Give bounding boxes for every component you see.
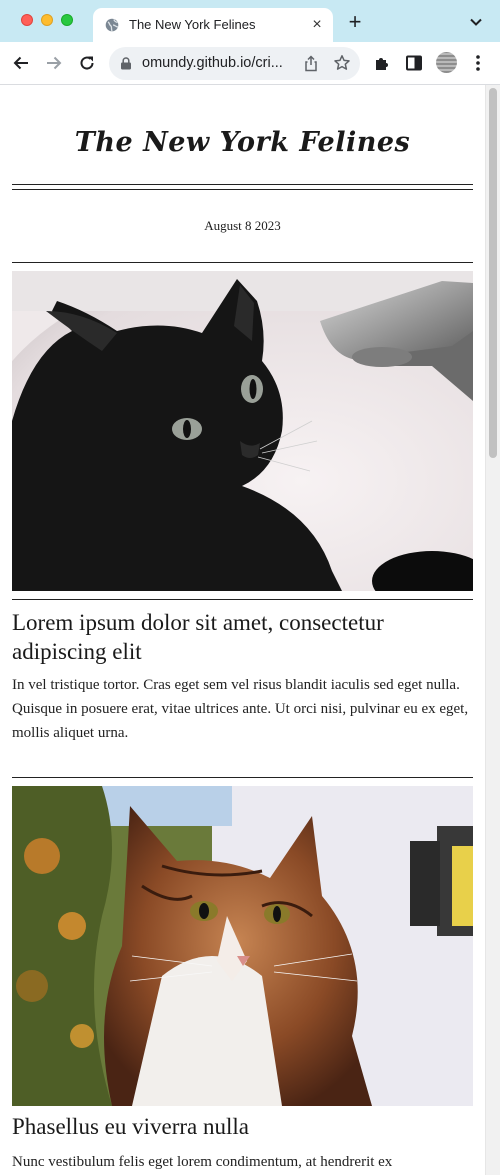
- vertical-scrollbar[interactable]: [485, 85, 500, 1175]
- back-arrow-icon[interactable]: [11, 53, 31, 73]
- scrollbar-thumb[interactable]: [489, 88, 497, 458]
- lock-icon[interactable]: [120, 57, 132, 70]
- article-headline[interactable]: Lorem ipsum dolor sit amet, consectetur …: [12, 608, 473, 666]
- tab-search-chevron-icon[interactable]: [468, 14, 484, 30]
- kebab-menu-icon[interactable]: [476, 54, 480, 72]
- page-viewport: The New York Felines August 8 2023 Lorem…: [0, 85, 500, 1175]
- share-icon[interactable]: [303, 55, 319, 72]
- minimize-window-button[interactable]: [41, 14, 53, 26]
- masthead-title: The New York Felines: [74, 127, 411, 158]
- black-cat-in-sink-photo: [12, 271, 473, 591]
- browser-toolbar: omundy.github.io/cri...: [0, 42, 500, 85]
- url-text[interactable]: omundy.github.io/cri...: [142, 55, 283, 71]
- browser-tab-strip: The New York Felines × +: [0, 0, 500, 42]
- bookmark-star-icon[interactable]: [333, 54, 351, 72]
- reload-icon[interactable]: [77, 53, 97, 73]
- browser-tab[interactable]: The New York Felines ×: [93, 8, 333, 42]
- article-image: [12, 786, 473, 1106]
- tab-title: The New York Felines: [129, 17, 256, 32]
- maximize-window-button[interactable]: [61, 14, 73, 26]
- close-tab-icon[interactable]: ×: [309, 17, 325, 33]
- tabby-cat-outdoors-photo: [12, 786, 473, 1106]
- dateline: August 8 2023: [204, 218, 281, 233]
- article-image: [12, 271, 473, 591]
- close-window-button[interactable]: [21, 14, 33, 26]
- globe-icon: [105, 18, 119, 32]
- divider-rule: [12, 599, 473, 600]
- masthead-double-rule: [12, 184, 473, 190]
- article-body: In vel tristique tortor. Cras eget sem v…: [12, 677, 469, 741]
- article-headline[interactable]: Phasellus eu viverra nulla: [12, 1112, 473, 1141]
- new-tab-button[interactable]: +: [345, 11, 365, 33]
- extensions-puzzle-icon[interactable]: [372, 53, 392, 73]
- address-bar[interactable]: omundy.github.io/cri...: [109, 47, 360, 80]
- divider-rule: [12, 262, 473, 263]
- divider-rule: [12, 777, 473, 778]
- profile-avatar[interactable]: [436, 52, 457, 73]
- side-panel-icon[interactable]: [404, 53, 424, 73]
- forward-arrow-icon[interactable]: [44, 53, 64, 73]
- article-body: Nunc vestibulum felis eget lorem condime…: [12, 1154, 393, 1170]
